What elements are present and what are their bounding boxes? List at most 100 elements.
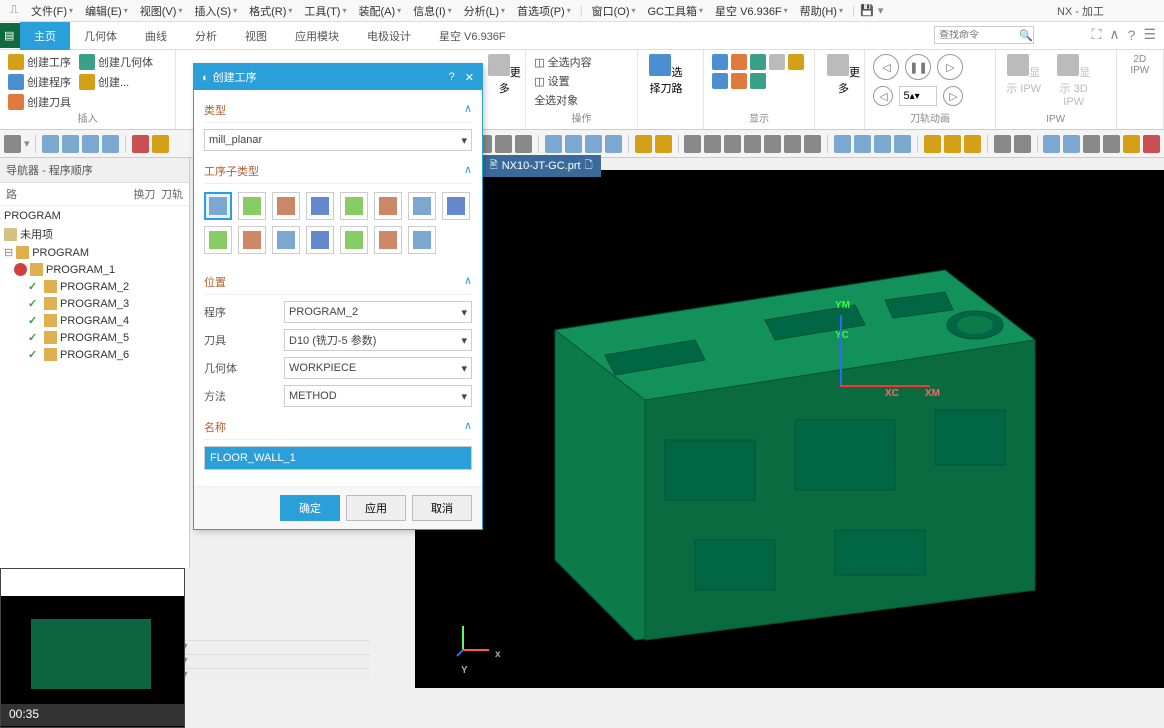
subtype-10[interactable] xyxy=(238,226,266,254)
help-icon[interactable]: ? xyxy=(1128,27,1136,43)
tb-ic-23[interactable] xyxy=(804,135,821,153)
tree-program-1[interactable]: PROGRAM_1 xyxy=(0,261,189,278)
tb-ic-14[interactable] xyxy=(605,135,622,153)
command-search[interactable]: 🔍 xyxy=(934,26,1034,44)
step-fwd-button[interactable]: ▷ xyxy=(943,86,963,106)
subtype-2[interactable] xyxy=(238,192,266,220)
menu-edit[interactable]: 编辑(E)▾ xyxy=(79,3,134,19)
menu-format[interactable]: 格式(R)▾ xyxy=(243,3,298,19)
tree-root[interactable]: PROGRAM xyxy=(0,208,189,224)
more-button-2[interactable]: 更多 xyxy=(823,54,863,96)
tb-ic-37[interactable] xyxy=(1123,135,1140,153)
3d-viewport[interactable]: YM YC XC XM Y x xyxy=(415,170,1164,688)
tb-ic-7[interactable] xyxy=(152,135,169,153)
tb-ic-22[interactable] xyxy=(784,135,801,153)
tb-ic-25[interactable] xyxy=(854,135,871,153)
tb-ic-1[interactable] xyxy=(4,135,21,153)
tb-ic-16[interactable] xyxy=(655,135,672,153)
menu-window[interactable]: 窗口(O)▾ xyxy=(586,3,642,19)
subtype-3[interactable] xyxy=(272,192,300,220)
disp-ic4[interactable] xyxy=(769,54,785,70)
tb-ic-30[interactable] xyxy=(964,135,981,153)
tb-ic-15[interactable] xyxy=(635,135,652,153)
tb-ic-27[interactable] xyxy=(894,135,911,153)
tree-program[interactable]: ⊟PROGRAM xyxy=(0,244,189,261)
menu-assembly[interactable]: 装配(A)▾ xyxy=(352,3,407,19)
select-object-button[interactable]: 全选对象 xyxy=(534,92,578,108)
menu-help[interactable]: 帮助(H)▾ xyxy=(794,3,849,19)
tb-ic-31[interactable] xyxy=(994,135,1011,153)
subtype-14[interactable] xyxy=(374,226,402,254)
select-all-button[interactable]: ◫ 全选内容 xyxy=(534,54,591,70)
tree-program-3[interactable]: ✓PROGRAM_3 xyxy=(0,295,189,312)
menu-starsky[interactable]: 星空 V6.936F▾ xyxy=(709,3,794,19)
tree-program-5[interactable]: ✓PROGRAM_5 xyxy=(0,329,189,346)
tb-ic-11[interactable] xyxy=(545,135,562,153)
show-3d-ipw-button[interactable]: 显示 3D IPW xyxy=(1054,54,1094,108)
disp-ic1[interactable] xyxy=(712,54,728,70)
tab-analysis[interactable]: 分析 xyxy=(181,22,231,50)
tb-ic-2[interactable] xyxy=(42,135,59,153)
search-input[interactable] xyxy=(939,30,1019,41)
step-back-button[interactable]: ◁ xyxy=(873,86,893,106)
menu-tools[interactable]: 工具(T)▾ xyxy=(298,3,352,19)
menu-info[interactable]: 信息(I)▾ xyxy=(407,3,457,19)
more-button[interactable]: 更多 xyxy=(484,54,524,96)
rewind-button[interactable]: ◁ xyxy=(873,54,899,80)
dialog-titlebar[interactable]: ◐创建工序 ? ✕ xyxy=(194,64,482,90)
show-ipw-button[interactable]: 显示 IPW xyxy=(1004,54,1044,96)
tab-home[interactable]: 主页 xyxy=(20,22,70,50)
section-subtype-header[interactable]: 工序子类型∧ xyxy=(204,159,472,184)
save-icon[interactable]: 💾 xyxy=(858,2,876,20)
tab-starsky[interactable]: 星空 V6.936F xyxy=(425,22,520,50)
app-icon[interactable]: ⎍ xyxy=(5,2,23,20)
menu-file[interactable]: 文件(F)▾ xyxy=(25,3,79,19)
create-program-button[interactable]: 创建程序 xyxy=(8,74,71,90)
tree-program-2[interactable]: ✓PROGRAM_2 xyxy=(0,278,189,295)
create-operation-button[interactable]: 创建工序 xyxy=(8,54,71,70)
create-other-button[interactable]: 创建... xyxy=(79,74,153,90)
collapse-icon[interactable]: ∧ xyxy=(1109,26,1119,43)
tab-nx[interactable]: ▤ xyxy=(0,23,20,48)
viewport-tab-2[interactable]: 🖹 NX10-JT-GC.prt 🗋 xyxy=(482,155,601,177)
tb-ic-33[interactable] xyxy=(1043,135,1060,153)
subtype-5[interactable] xyxy=(340,192,368,220)
subtype-12[interactable] xyxy=(306,226,334,254)
tb-ic-4[interactable] xyxy=(82,135,99,153)
disp-ic2[interactable] xyxy=(731,54,747,70)
geometry-select[interactable]: WORKPIECE▾ xyxy=(284,357,472,379)
create-tool-button[interactable]: 创建刀具 xyxy=(8,94,71,110)
tb-ic-12[interactable] xyxy=(565,135,582,153)
tb-ic-3[interactable] xyxy=(62,135,79,153)
menu-prefs[interactable]: 首选项(P)▾ xyxy=(511,3,577,19)
menu-analysis[interactable]: 分析(L)▾ xyxy=(458,3,511,19)
type-select[interactable]: mill_planar▾ xyxy=(204,129,472,151)
tb-ic-21[interactable] xyxy=(764,135,781,153)
section-name-header[interactable]: 名称∧ xyxy=(204,415,472,440)
menu-icon[interactable]: ☰ xyxy=(1143,26,1156,43)
tb-ic-20[interactable] xyxy=(744,135,761,153)
tb-ic-29[interactable] xyxy=(944,135,961,153)
tb-ic-28[interactable] xyxy=(924,135,941,153)
tree-program-4[interactable]: ✓PROGRAM_4 xyxy=(0,312,189,329)
subtype-6[interactable] xyxy=(374,192,402,220)
tb-ic-5[interactable] xyxy=(102,135,119,153)
operation-name-input[interactable] xyxy=(204,446,472,470)
disp-ic5[interactable] xyxy=(788,54,804,70)
tab-app[interactable]: 应用模块 xyxy=(281,22,353,50)
tb-ic-32[interactable] xyxy=(1014,135,1031,153)
tab-geometry[interactable]: 几何体 xyxy=(70,22,131,50)
tree-program-6[interactable]: ✓PROGRAM_6 xyxy=(0,346,189,363)
speed-spinner[interactable]: 5 ▴▾ xyxy=(899,86,937,106)
play-button[interactable]: ▷ xyxy=(937,54,963,80)
create-geometry-button[interactable]: 创建几何体 xyxy=(79,54,153,70)
tab-electrode[interactable]: 电极设计 xyxy=(353,22,425,50)
video-thumbnail[interactable]: 00:35 xyxy=(0,568,185,728)
tb-ic-18[interactable] xyxy=(704,135,721,153)
method-select[interactable]: METHOD▾ xyxy=(284,385,472,407)
tb-ic-6[interactable] xyxy=(132,135,149,153)
subtype-15[interactable] xyxy=(408,226,436,254)
subtype-9[interactable] xyxy=(204,226,232,254)
program-select[interactable]: PROGRAM_2▾ xyxy=(284,301,472,323)
disp-ic8[interactable] xyxy=(750,73,766,89)
